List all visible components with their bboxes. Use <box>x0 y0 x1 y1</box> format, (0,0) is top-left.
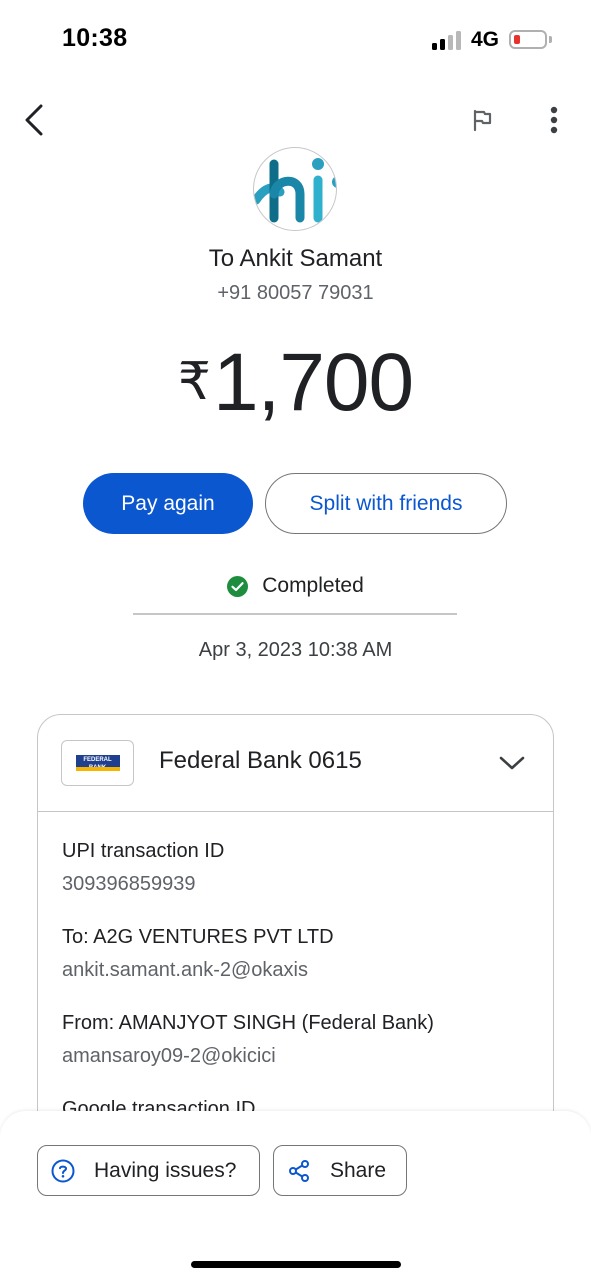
detail-label: UPI transaction ID <box>62 840 225 862</box>
payee-logo-icon <box>254 158 336 223</box>
currency-symbol: ₹ <box>177 352 211 412</box>
status-time: 10:38 <box>62 24 128 52</box>
battery-icon <box>509 30 547 49</box>
help-circle-icon <box>50 1158 76 1184</box>
having-issues-button[interactable]: Having issues? <box>37 1145 260 1196</box>
share-icon <box>286 1158 312 1184</box>
chevron-down-icon <box>499 756 525 770</box>
detail-label: To: A2G VENTURES PVT LTD <box>62 926 334 948</box>
detail-value: ankit.samant.ank-2@okaxis <box>62 959 308 981</box>
flag-icon <box>473 109 492 132</box>
report-flag-button[interactable] <box>462 100 502 140</box>
status-bar: 10:38 4G <box>0 0 591 80</box>
home-indicator[interactable] <box>191 1261 401 1268</box>
detail-label: From: AMANJYOT SINGH (Federal Bank) <box>62 1012 434 1034</box>
transaction-status: Completed <box>0 574 591 598</box>
share-label: Share <box>330 1158 387 1182</box>
detail-value: amansaroy09-2@okicici <box>62 1045 276 1067</box>
bank-account-row[interactable]: FEDERAL BANK Federal Bank 0615 <box>38 715 553 812</box>
payee-phone: +91 80057 79031 <box>217 282 374 304</box>
upi-transaction-id: UPI transaction ID 309396859939 <box>62 840 224 896</box>
payee-details: To: A2G VENTURES PVT LTD ankit.samant.an… <box>62 926 334 982</box>
network-type: 4G <box>471 28 500 51</box>
cellular-signal-icon <box>432 30 462 50</box>
payer-details: From: AMANJYOT SINGH (Federal Bank) aman… <box>62 1012 434 1068</box>
pay-again-button[interactable]: Pay again <box>83 473 253 534</box>
status-label: Completed <box>262 574 364 597</box>
bank-account-name: Federal Bank 0615 <box>159 747 362 774</box>
more-options-button[interactable] <box>536 100 572 140</box>
having-issues-label: Having issues? <box>94 1158 237 1182</box>
amount-display: ₹ 1,700 <box>0 336 591 430</box>
amount-value: 1,700 <box>212 337 414 428</box>
detail-value: 309396859939 <box>62 873 196 895</box>
expand-button[interactable] <box>497 748 527 778</box>
divider <box>133 613 457 615</box>
payee-name: To Ankit Samant <box>208 245 383 272</box>
bottom-action-bar: Having issues? Share <box>0 1111 591 1280</box>
back-button[interactable] <box>14 98 54 142</box>
payee-avatar <box>253 147 337 231</box>
transaction-datetime: Apr 3, 2023 10:38 AM <box>198 639 393 661</box>
split-with-friends-button[interactable]: Split with friends <box>265 473 507 534</box>
chevron-left-icon <box>25 104 43 136</box>
battery-tip <box>549 36 552 43</box>
more-vert-icon <box>550 106 558 134</box>
check-circle-icon <box>227 575 249 597</box>
share-button[interactable]: Share <box>273 1145 407 1196</box>
bank-logo: FEDERAL BANK <box>61 740 134 786</box>
